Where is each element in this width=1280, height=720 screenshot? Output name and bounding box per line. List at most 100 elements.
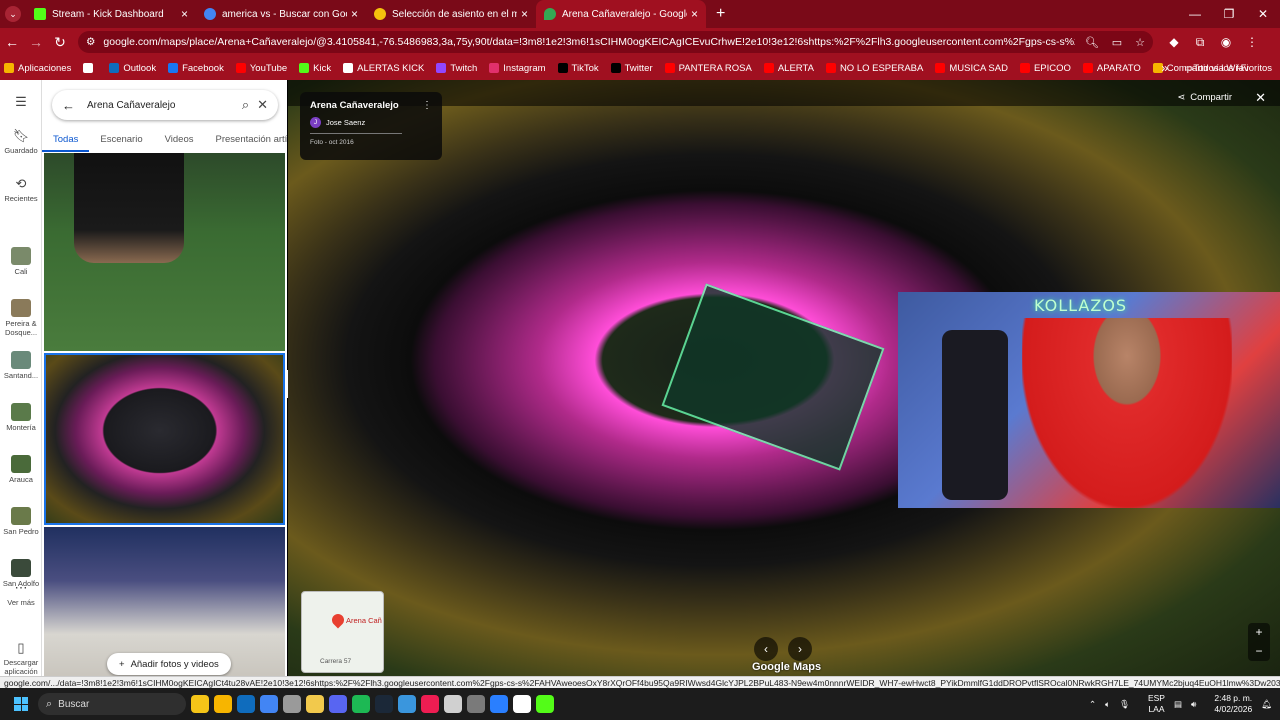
bookmark-item[interactable]: MUSICA SAD (935, 63, 1008, 74)
new-tab-button[interactable]: + (716, 0, 725, 28)
share-button[interactable]: ⋖ Compartir (1177, 92, 1232, 103)
site-settings-icon[interactable]: ⚙ (86, 36, 95, 48)
taskbar-app-icon[interactable] (513, 695, 531, 713)
extension-icon[interactable]: ◆ (1161, 35, 1187, 50)
bookmark-item[interactable]: Kick (299, 63, 331, 74)
taskbar-app-icon[interactable] (398, 695, 416, 713)
menu-kebab-icon[interactable]: ⋮ (1239, 35, 1265, 50)
recent-place-item[interactable]: San Pedro (0, 507, 42, 536)
back-icon[interactable]: ← (0, 34, 24, 50)
photo-thumbnail-grass[interactable] (44, 153, 285, 351)
address-bar[interactable]: ⚙ google.com/maps/place/Arena+Cañaverale… (78, 31, 1153, 53)
language-indicator[interactable]: ESP LAA (1139, 693, 1165, 715)
tab-videos[interactable]: Videos (154, 130, 205, 152)
speaker-icon[interactable]: 🔈︎ (1105, 699, 1110, 710)
previous-photo-button[interactable]: ‹ (754, 637, 778, 661)
minimize-icon[interactable]: — (1178, 0, 1212, 28)
bookmark-item[interactable]: ALERTAS KICK (343, 63, 424, 74)
bookmark-item[interactable]: Aplicaciones (4, 63, 71, 74)
search-box[interactable]: ← Arena Cañaveralejo ⌕ ✕ (52, 90, 278, 120)
bookmark-item[interactable]: PANTERA ROSA (664, 63, 752, 74)
taskbar-app-icon[interactable] (467, 695, 485, 713)
close-icon[interactable]: ✕ (257, 97, 268, 113)
place-title[interactable]: Arena Cañaveralejo (310, 100, 432, 111)
taskbar-app-icon[interactable] (444, 695, 462, 713)
taskbar-app-icon[interactable] (306, 695, 324, 713)
bookmark-item[interactable]: APARATO (1082, 63, 1141, 74)
taskbar-app-icon[interactable] (421, 695, 439, 713)
clock[interactable]: 2:48 p. m. 4/02/2026 (1205, 693, 1252, 715)
taskbar-app-icon[interactable] (352, 695, 370, 713)
bookmark-item[interactable]: YouTube (235, 63, 287, 74)
bookmark-item[interactable]: Outlook (109, 63, 156, 74)
search-input[interactable]: Arena Cañaveralejo (87, 100, 234, 111)
tab-stage[interactable]: Escenario (89, 130, 153, 152)
taskbar-search[interactable]: ⌕ Buscar (38, 693, 186, 715)
all-bookmarks-button[interactable]: ▭ Todos los favoritos (1184, 63, 1272, 74)
more-button[interactable]: ⋯ Ver más (0, 580, 42, 607)
zoom-out-icon[interactable]: − (1248, 642, 1270, 661)
profile-avatar-icon[interactable]: ◉ (1213, 35, 1239, 50)
bookmark-item[interactable]: NO LO ESPERABA (825, 63, 923, 74)
restore-icon[interactable]: ❐ (1212, 0, 1246, 28)
menu-button[interactable]: ☰ (0, 94, 42, 112)
close-tab-icon[interactable]: × (521, 7, 528, 21)
bookmark-item[interactable]: EPICOO (1019, 63, 1071, 74)
taskbar-app-icon[interactable] (260, 695, 278, 713)
next-photo-button[interactable]: › (788, 637, 812, 661)
bookmark-item[interactable] (83, 63, 97, 73)
back-arrow-icon[interactable]: ← (62, 98, 75, 113)
volume-icon[interactable]: 🔊︎ (1191, 699, 1196, 710)
minimap[interactable]: Arena Cañ Carrera 57 (301, 591, 384, 673)
windows-start-icon[interactable] (14, 697, 28, 711)
close-tab-icon[interactable]: × (351, 7, 358, 21)
photo-thumbnail-arena[interactable] (44, 353, 285, 525)
saved-button[interactable]: 🔖︎ Guardado (0, 128, 42, 155)
microphone-icon[interactable]: 🎙︎ (1119, 699, 1130, 710)
forward-icon[interactable]: → (24, 34, 48, 50)
photo-viewer[interactable]: Arena Cañaveralejo ⋮ J Jose Saenz Foto -… (288, 80, 1280, 676)
tab-0[interactable]: Stream - Kick Dashboard × (26, 0, 196, 28)
bookmark-item[interactable]: Twitch (436, 63, 477, 74)
taskbar-app-icon[interactable] (536, 695, 554, 713)
recent-place-item[interactable]: Cali (0, 247, 42, 276)
taskbar-app-icon[interactable] (490, 695, 508, 713)
close-tab-icon[interactable]: × (691, 7, 698, 21)
tab-search-button[interactable]: ⌄ (0, 0, 26, 28)
network-icon[interactable]: ▤ (1174, 699, 1182, 710)
notifications-icon[interactable]: 🔔︎ (1261, 699, 1272, 710)
cast-icon[interactable]: ▭ (1112, 37, 1122, 49)
tab-1[interactable]: america vs - Buscar con Google × (196, 0, 366, 28)
close-window-icon[interactable]: ✕ (1246, 0, 1280, 28)
bookmark-item[interactable]: TikTok (557, 63, 599, 74)
bookmark-star-icon[interactable]: ☆ (1135, 37, 1145, 49)
bookmark-item[interactable]: ALERTA (763, 63, 814, 74)
taskbar-app-icon[interactable] (237, 695, 255, 713)
zoom-icon[interactable]: 🔍︎ (1085, 37, 1099, 49)
recent-button[interactable]: ⟲ Recientes (0, 176, 42, 203)
taskbar-app-icon[interactable] (214, 695, 232, 713)
zoom-in-icon[interactable]: + (1248, 623, 1270, 642)
bookmark-item[interactable]: Twitter (610, 63, 653, 74)
tab-2[interactable]: Selección de asiento en el map × (366, 0, 536, 28)
reload-icon[interactable]: ↻ (48, 34, 72, 51)
tab-performance[interactable]: Presentación artística (205, 130, 288, 152)
recent-place-item[interactable]: Arauca (0, 455, 42, 484)
puzzle-icon[interactable]: ⧉ (1187, 35, 1213, 50)
taskbar-app-icon[interactable] (329, 695, 347, 713)
chevron-up-icon[interactable]: ⌃ (1089, 699, 1096, 710)
author-row[interactable]: J Jose Saenz (310, 117, 432, 128)
taskbar-app-icon[interactable] (283, 695, 301, 713)
more-options-icon[interactable]: ⋮ (422, 100, 432, 111)
bookmarks-overflow-icon[interactable]: » (1161, 61, 1168, 75)
close-tab-icon[interactable]: × (181, 7, 188, 21)
download-app-button[interactable]: ▯ Descargar aplicación (0, 640, 42, 676)
taskbar-app-icon[interactable] (375, 695, 393, 713)
tab-all[interactable]: Todas (42, 130, 90, 152)
recent-place-item[interactable]: Pereira & Dosque... (0, 299, 42, 337)
recent-place-item[interactable]: Montería (0, 403, 42, 432)
add-photos-button[interactable]: + Añadir fotos y videos (107, 653, 231, 675)
recent-place-item[interactable]: Santand... (0, 351, 42, 380)
tab-3[interactable]: Arena Cañaveralejo - Google M × (536, 0, 706, 28)
taskbar-app-icon[interactable] (191, 695, 209, 713)
